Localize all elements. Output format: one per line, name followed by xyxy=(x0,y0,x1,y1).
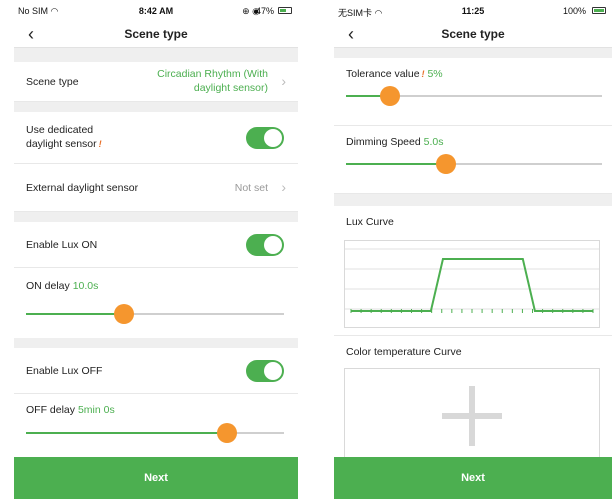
battery-icon xyxy=(592,7,606,14)
chevron-right-icon: › xyxy=(281,73,286,89)
page-title: Scene type xyxy=(124,27,188,41)
external-sensor-row[interactable]: External daylight sensor Not set › xyxy=(14,164,298,212)
dimming-value: 5.0s xyxy=(423,136,444,148)
scene-type-row[interactable]: Scene type Circadian Rhythm (With daylig… xyxy=(14,62,298,102)
lux-off-row: Enable Lux OFF xyxy=(14,348,298,394)
next-button[interactable]: Next xyxy=(14,457,298,499)
lux-on-row: Enable Lux ON xyxy=(14,222,298,268)
scene-type-value-line1: Circadian Rhythm (With xyxy=(157,68,268,80)
nav-bar: ‹ Scene type xyxy=(14,22,298,48)
warning-icon[interactable]: ! xyxy=(99,139,102,149)
section-gap xyxy=(334,194,612,206)
lux-curve-row: Lux Curve xyxy=(334,206,612,336)
status-bar: 无SIM卡 ◠ 11:25 100% xyxy=(334,0,612,22)
dedicated-sensor-label-line1: Use dedicated xyxy=(26,124,94,136)
section-gap xyxy=(14,48,298,62)
scene-type-value-line2: daylight sensor) xyxy=(193,82,268,94)
off-delay-row: OFF delay 5min 0s xyxy=(14,394,298,454)
phone-left: No SIM ◠ 8:42 AM ⊕ ◉ 47% ‹ Scene type Sc… xyxy=(14,0,298,499)
off-delay-slider[interactable] xyxy=(26,423,284,443)
lux-curve-label: Lux Curve xyxy=(346,216,394,228)
slider-thumb[interactable] xyxy=(435,154,456,174)
dedicated-sensor-label-line2: daylight sensor! xyxy=(26,138,102,150)
external-sensor-label: External daylight sensor xyxy=(26,182,139,194)
lux-off-label: Enable Lux OFF xyxy=(26,365,103,377)
dedicated-sensor-row: Use dedicated daylight sensor! xyxy=(14,112,298,164)
tolerance-value: 5% xyxy=(427,68,443,80)
dedicated-sensor-toggle[interactable] xyxy=(246,127,284,149)
tolerance-label: Tolerance value! 5% xyxy=(346,68,443,80)
lux-on-label: Enable Lux ON xyxy=(26,239,98,251)
slider-thumb[interactable] xyxy=(379,86,400,106)
tolerance-row: Tolerance value! 5% xyxy=(334,58,612,126)
battery-percent: 100% xyxy=(562,6,586,16)
status-bar: No SIM ◠ 8:42 AM ⊕ ◉ 47% xyxy=(14,0,298,22)
lux-off-toggle[interactable] xyxy=(246,360,284,382)
on-delay-label: ON delay 10.0s xyxy=(26,280,99,292)
section-gap xyxy=(334,48,612,58)
on-delay-row: ON delay 10.0s xyxy=(14,268,298,338)
phone-right: 无SIM卡 ◠ 11:25 100% ‹ Scene type Toleranc… xyxy=(334,0,612,499)
lux-curve-svg xyxy=(345,248,599,313)
dimming-row: Dimming Speed 5.0s xyxy=(334,126,612,194)
section-gap xyxy=(14,102,298,112)
plus-icon xyxy=(469,386,475,446)
slider-thumb[interactable] xyxy=(114,304,135,324)
warning-icon[interactable]: ! xyxy=(422,69,425,79)
next-button[interactable]: Next xyxy=(334,457,612,499)
chevron-right-icon: › xyxy=(281,179,286,195)
off-delay-label: OFF delay 5min 0s xyxy=(26,404,115,416)
lux-curve-chart xyxy=(344,240,600,328)
lux-curve-line xyxy=(351,258,593,312)
battery-percent: 47% xyxy=(255,6,274,16)
nav-bar: ‹ Scene type xyxy=(334,22,612,48)
section-gap xyxy=(14,338,298,348)
on-delay-slider[interactable] xyxy=(26,304,284,324)
section-gap xyxy=(14,212,298,222)
battery-icon xyxy=(278,7,292,14)
dimming-label: Dimming Speed 5.0s xyxy=(346,136,444,148)
on-delay-value: 10.0s xyxy=(72,280,99,292)
color-temp-label: Color temperature Curve xyxy=(346,346,462,358)
slider-thumb[interactable] xyxy=(217,423,238,443)
dimming-slider[interactable] xyxy=(346,154,602,174)
external-sensor-value: Not set xyxy=(234,182,268,194)
scene-type-label: Scene type xyxy=(26,76,79,88)
off-delay-value: 5min 0s xyxy=(77,404,115,416)
tolerance-slider[interactable] xyxy=(346,86,602,106)
page-title: Scene type xyxy=(441,27,505,41)
lux-on-toggle[interactable] xyxy=(246,234,284,256)
